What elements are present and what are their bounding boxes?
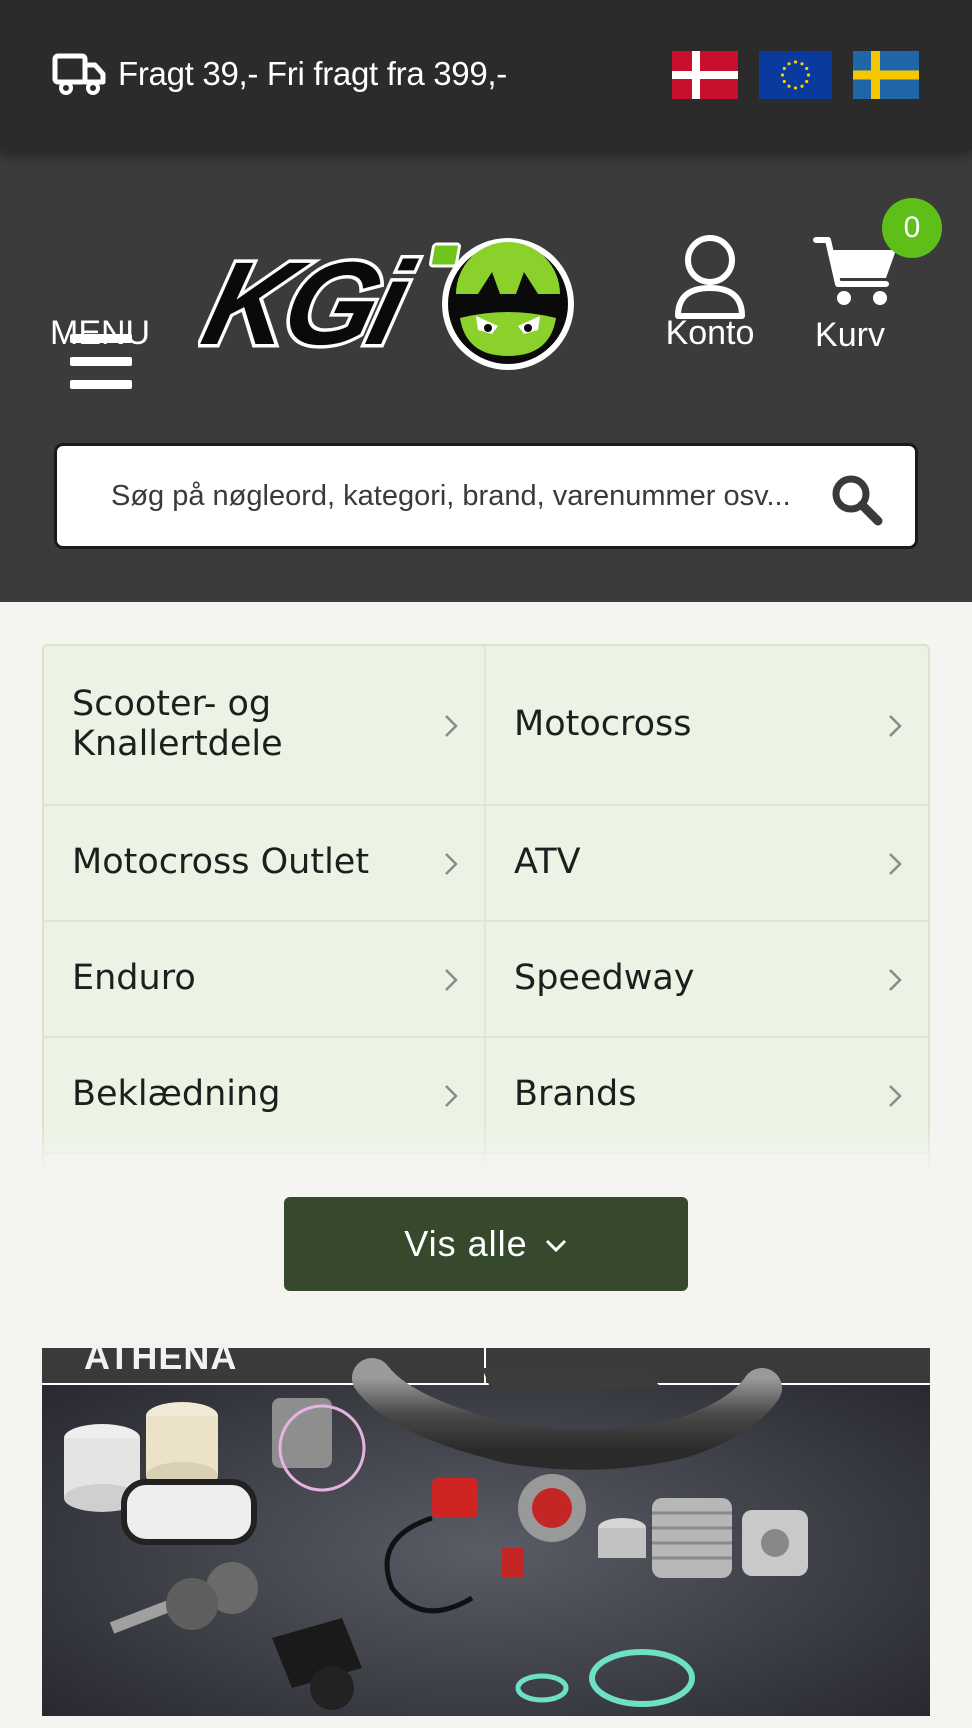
search-icon[interactable] [829,472,885,528]
category-grid: Scooter- og Knallertdele Motocross Motoc… [42,644,930,1184]
chevron-right-icon [445,969,458,991]
chevron-right-icon [445,1085,458,1107]
category-label: Brands [514,1074,637,1114]
sweden-flag[interactable] [853,51,919,99]
svg-text:KGi: KGi [198,239,425,370]
search-box [54,443,918,549]
search-input[interactable] [111,464,861,528]
chevron-right-icon [445,715,458,737]
hamburger-icon-bar [70,357,132,366]
account-label[interactable]: Konto [660,314,760,353]
chevron-right-icon [889,853,902,875]
denmark-flag[interactable] [672,51,738,99]
shipping-bar: Fragt 39,- Fri fragt fra 399,- [0,0,972,150]
category-scooter-knallertdele[interactable]: Scooter- og Knallertdele [44,646,486,806]
category-label: Motocross Outlet [72,842,370,882]
category-speedway[interactable]: Speedway [486,922,928,1038]
category-label: Motocross [514,704,692,744]
chevron-right-icon [445,853,458,875]
eu-flag[interactable] [759,51,832,99]
show-all-label: Vis alle [404,1223,528,1264]
show-all-button[interactable]: Vis alle [284,1197,688,1291]
banner-brand-text: ATHENA [84,1336,238,1377]
hamburger-icon-bar [70,380,132,389]
category-label: Speedway [514,958,695,998]
category-label: Scooter- og Knallertdele [72,684,283,764]
category-label: Enduro [72,958,196,998]
category-motocross[interactable]: Motocross [486,646,928,806]
site-header: MENU KGi Konto Kurv 0 [0,150,972,602]
chevron-right-icon [889,1085,902,1107]
athena-parts-banner-image[interactable] [42,1348,930,1716]
cart-count-badge: 0 [882,198,942,258]
category-label: ATV [514,842,581,882]
chevron-down-icon [545,1240,566,1253]
category-enduro[interactable]: Enduro [44,922,486,1038]
kgi-logo[interactable]: KGi [198,232,578,372]
cart-label[interactable]: Kurv [800,316,900,355]
chevron-right-icon [889,715,902,737]
category-atv[interactable]: ATV [486,806,928,922]
shipping-text: Fragt 39,- Fri fragt fra 399,- [118,55,507,92]
chevron-right-icon [889,969,902,991]
menu-label[interactable]: MENU [50,314,150,353]
category-label: Beklædning [72,1074,281,1114]
truck-icon [52,53,106,95]
category-motocross-outlet[interactable]: Motocross Outlet [44,806,486,922]
